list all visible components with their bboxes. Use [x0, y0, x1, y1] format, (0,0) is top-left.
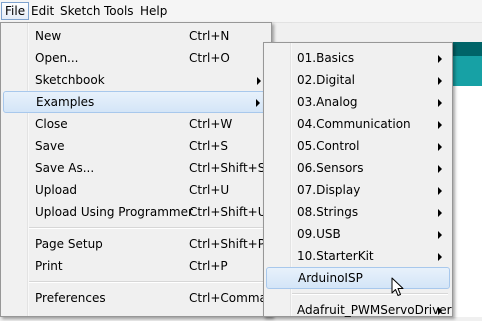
menu-item-new[interactable]: New Ctrl+N [3, 25, 269, 47]
example-item-display[interactable]: 07.Display [266, 179, 450, 201]
menu-item-shortcut: Ctrl+Shift+S [189, 161, 266, 175]
submenu-arrow-icon [256, 99, 260, 107]
submenu-arrow-icon [438, 99, 442, 107]
file-menu: New Ctrl+N Open... Ctrl+O Sketchbook Exa… [0, 22, 272, 317]
menu-item-shortcut: Ctrl+N [189, 29, 230, 43]
example-item-strings[interactable]: 08.Strings [266, 201, 450, 223]
menu-item-sketchbook[interactable]: Sketchbook [3, 69, 269, 91]
menu-item-shortcut: Ctrl+Shift+P [189, 237, 265, 251]
example-item-digital[interactable]: 02.Digital [266, 69, 450, 91]
menu-item-shortcut: Ctrl+Shift+U [189, 205, 267, 219]
menu-item-page-setup[interactable]: Page Setup Ctrl+Shift+P [3, 233, 269, 255]
example-item-control[interactable]: 05.Control [266, 135, 450, 157]
menu-item-label: Save [35, 139, 65, 153]
submenu-arrow-icon [438, 121, 442, 129]
menu-item-label: 04.Communication [297, 117, 411, 131]
menu-edit[interactable]: Edit [28, 2, 57, 20]
menu-item-print[interactable]: Print Ctrl+P [3, 255, 269, 277]
menu-item-label: Upload [35, 183, 78, 197]
menu-item-label: 09.USB [297, 227, 341, 241]
examples-submenu: 01.Basics 02.Digital 03.Analog 04.Commun… [263, 42, 453, 317]
menu-item-label: Open... [35, 51, 79, 65]
menu-item-shortcut: Ctrl+O [189, 51, 230, 65]
submenu-arrow-icon [257, 77, 261, 85]
menu-item-label: Save As... [35, 161, 95, 175]
menu-item-label: Close [35, 117, 68, 131]
menu-item-shortcut: Ctrl+S [189, 139, 229, 153]
submenu-arrow-icon [438, 143, 442, 151]
menu-item-label: ArduinoISP [298, 271, 363, 285]
submenu-arrow-icon [438, 307, 442, 315]
example-item-basics[interactable]: 01.Basics [266, 47, 450, 69]
menu-item-shortcut: Ctrl+U [189, 183, 230, 197]
menu-item-label: 07.Display [297, 183, 361, 197]
menu-item-label: Page Setup [35, 237, 103, 251]
example-item-arduinoisp[interactable]: ArduinoISP [266, 267, 450, 289]
menu-item-label: Adafruit_PWMServoDriver [297, 303, 452, 317]
menu-item-label: Upload Using Programmer [35, 205, 193, 219]
submenu-arrow-icon [438, 253, 442, 261]
menu-item-label: Print [35, 259, 63, 273]
menu-tools[interactable]: Tools [101, 2, 137, 20]
menu-item-preferences[interactable]: Preferences Ctrl+Comma [3, 287, 269, 309]
menu-item-examples[interactable]: Examples [3, 91, 269, 113]
menu-sketch[interactable]: Sketch [57, 2, 103, 20]
example-item-sensors[interactable]: 06.Sensors [266, 157, 450, 179]
example-item-analog[interactable]: 03.Analog [266, 91, 450, 113]
menu-separator [292, 293, 448, 295]
menu-item-label: Sketchbook [35, 73, 105, 87]
menu-item-upload-using-programmer[interactable]: Upload Using Programmer Ctrl+Shift+U [3, 201, 269, 223]
menu-item-label: Preferences [35, 291, 106, 305]
menu-item-shortcut: Ctrl+Comma [189, 291, 267, 305]
submenu-arrow-icon [438, 55, 442, 63]
menu-item-label: 03.Analog [297, 95, 358, 109]
menu-item-save-as[interactable]: Save As... Ctrl+Shift+S [3, 157, 269, 179]
example-item-communication[interactable]: 04.Communication [266, 113, 450, 135]
menu-item-label: 05.Control [297, 139, 360, 153]
menu-separator [29, 227, 267, 229]
editor-toolbar-strip [453, 42, 482, 56]
menu-item-open[interactable]: Open... Ctrl+O [3, 47, 269, 69]
menu-item-label: 02.Digital [297, 73, 356, 87]
submenu-arrow-icon [438, 187, 442, 195]
menu-item-close[interactable]: Close Ctrl+W [3, 113, 269, 135]
menu-item-upload[interactable]: Upload Ctrl+U [3, 179, 269, 201]
menu-help[interactable]: Help [137, 2, 170, 20]
menu-item-label: 01.Basics [297, 51, 355, 65]
menu-separator [29, 281, 267, 283]
editor-text-area [453, 86, 482, 317]
menu-bar: File Edit Sketch Tools Help [0, 0, 482, 23]
example-item-usb[interactable]: 09.USB [266, 223, 450, 245]
menu-item-label: 08.Strings [297, 205, 359, 219]
submenu-arrow-icon [438, 231, 442, 239]
example-item-adafruit-pwmservodriver[interactable]: Adafruit_PWMServoDriver [266, 299, 452, 321]
menu-item-label: New [35, 29, 62, 43]
mouse-pointer-icon [391, 277, 404, 296]
menu-file[interactable]: File [1, 2, 30, 20]
editor-tab-strip [453, 56, 482, 86]
submenu-arrow-icon [438, 77, 442, 85]
submenu-arrow-icon [438, 209, 442, 217]
example-item-starterkit[interactable]: 10.StarterKit [266, 245, 450, 267]
menu-item-label: 10.StarterKit [297, 249, 374, 263]
menu-item-label: 06.Sensors [297, 161, 364, 175]
menu-item-save[interactable]: Save Ctrl+S [3, 135, 269, 157]
submenu-arrow-icon [438, 165, 442, 173]
menu-item-label: Examples [36, 95, 95, 109]
menu-item-shortcut: Ctrl+P [189, 259, 228, 273]
menu-item-shortcut: Ctrl+W [189, 117, 233, 131]
